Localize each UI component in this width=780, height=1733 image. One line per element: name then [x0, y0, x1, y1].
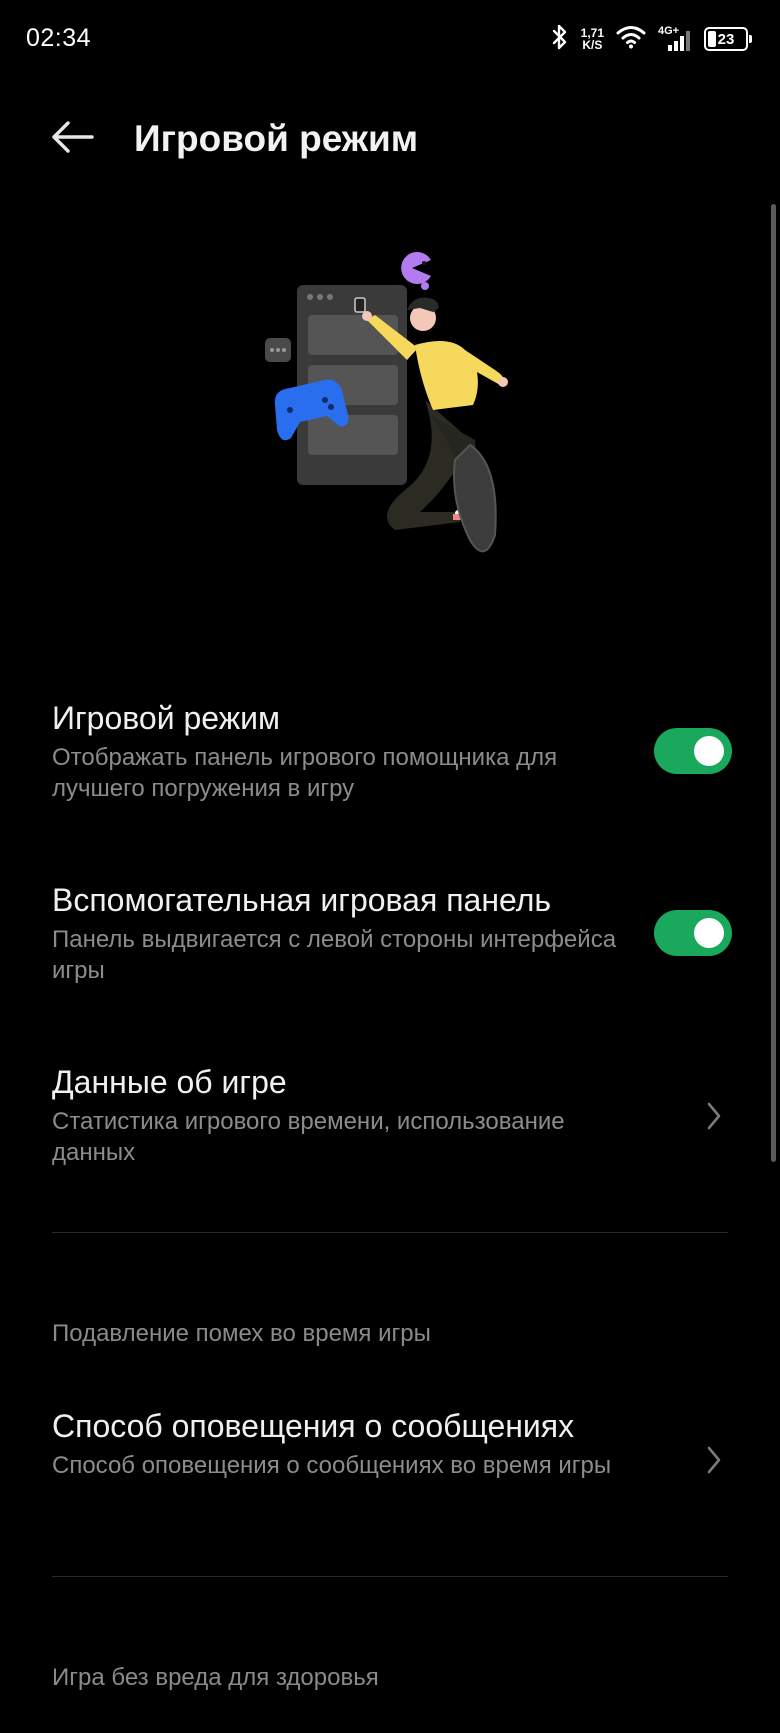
- bluetooth-icon: [551, 24, 569, 55]
- network-speed: 1,71 K/S: [581, 27, 604, 51]
- cellular-signal-icon: 4G+: [658, 25, 692, 53]
- chevron-right-icon: [702, 1100, 726, 1132]
- setting-description: Отображать панель игрового помощника для…: [52, 744, 558, 802]
- setting-title: Игровой режим: [52, 700, 280, 736]
- setting-title: Вспомогательная игровая панель: [52, 882, 552, 918]
- toggle-knob: [694, 918, 724, 948]
- divider: [52, 1232, 728, 1233]
- section-header-healthy-gaming: Игра без вреда для здоровья: [52, 1664, 379, 1691]
- arrow-left-icon: [48, 119, 96, 160]
- status-time: 02:34: [26, 24, 92, 52]
- app-header: Игровой режим: [0, 100, 780, 180]
- setting-title: Данные об игре: [52, 1064, 287, 1100]
- assist-panel-toggle[interactable]: [654, 910, 732, 956]
- battery-icon: 23: [704, 27, 752, 51]
- scrollbar[interactable]: [771, 204, 776, 1162]
- divider: [52, 1576, 728, 1577]
- network-speed-unit: K/S: [582, 38, 603, 52]
- setting-game-mode[interactable]: Игровой режим Отображать панель игрового…: [52, 698, 732, 804]
- back-button[interactable]: [44, 114, 100, 164]
- setting-description: Способ оповещения о сообщениях во время …: [52, 1452, 612, 1479]
- page-title: Игровой режим: [134, 118, 419, 159]
- setting-assist-panel[interactable]: Вспомогательная игровая панель Панель вы…: [52, 880, 732, 986]
- status-bar: 02:34 1,71 K/S 4G+ 23: [0, 0, 780, 80]
- toggle-knob: [694, 736, 724, 766]
- game-mode-toggle[interactable]: [654, 728, 732, 774]
- setting-notification-method[interactable]: Способ оповещения о сообщениях Способ оп…: [52, 1406, 732, 1481]
- section-header-interference: Подавление помех во время игры: [52, 1320, 431, 1347]
- setting-title: Способ оповещения о сообщениях: [52, 1408, 575, 1444]
- game-mode-illustration: [255, 250, 555, 580]
- setting-description: Панель выдвигается с левой стороны интер…: [52, 926, 617, 984]
- status-icons: 1,71 K/S 4G+ 23: [551, 22, 752, 56]
- chevron-right-icon: [702, 1444, 726, 1476]
- setting-game-data[interactable]: Данные об игре Статистика игрового време…: [52, 1062, 732, 1168]
- wifi-icon: [616, 25, 646, 54]
- battery-level: 23: [717, 30, 735, 48]
- setting-description: Статистика игрового времени, использован…: [52, 1108, 565, 1166]
